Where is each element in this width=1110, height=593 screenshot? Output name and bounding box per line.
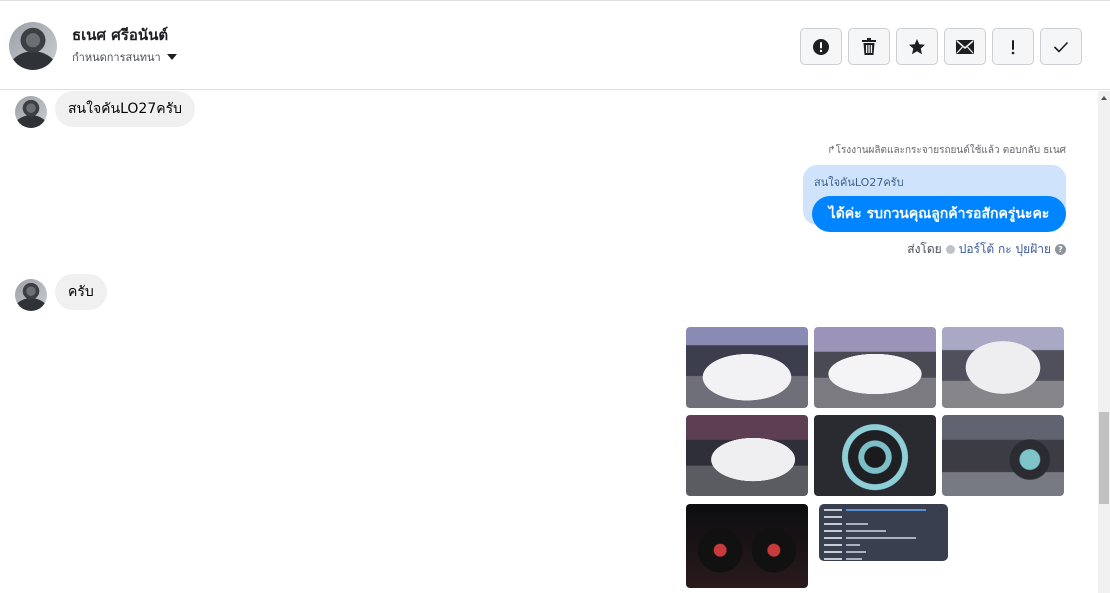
avatar[interactable] (9, 22, 57, 70)
assign-conversation-label: กำหนดการสนทนา (72, 51, 161, 64)
truck-rear-photo[interactable] (942, 327, 1064, 408)
check-icon (1053, 41, 1069, 53)
avatar[interactable] (15, 96, 47, 128)
verified-dot-icon (945, 245, 955, 254)
envelope-icon (956, 39, 974, 54)
truck-side-photo[interactable] (814, 327, 936, 408)
sent-by-agent[interactable]: ปอร์โต้ กะ ปุยฝ้าย (959, 240, 1051, 259)
mark-unread-button[interactable] (944, 28, 986, 65)
exclamation-icon (1011, 39, 1015, 54)
alert-circle-icon (813, 38, 829, 55)
mark-spam-button[interactable] (800, 28, 842, 65)
gauges-photo[interactable] (686, 504, 808, 588)
conversation-header: ธเนศ ศรีอนันต์ กำหนดการสนทนา (0, 0, 1110, 90)
outgoing-message[interactable]: ได้ค่ะ รบกวนคุณลูกค้ารอสักครู่นะคะ (812, 196, 1066, 232)
help-icon[interactable]: ? (1055, 244, 1066, 255)
avatar[interactable] (15, 279, 47, 311)
trash-icon (862, 37, 876, 55)
truck-front-photo[interactable] (686, 327, 808, 408)
delete-button[interactable] (848, 28, 890, 65)
sent-by-prefix: ส่งโดย (907, 242, 942, 256)
vehicle-info-card[interactable] (819, 504, 948, 561)
quoted-message-text: สนใจคันLO27ครับ (814, 176, 904, 189)
assign-conversation-dropdown[interactable]: กำหนดการสนทนา (72, 48, 177, 66)
scrollbar-thumb[interactable] (1099, 412, 1109, 504)
sent-by-info: ส่งโดย ปอร์โต้ กะ ปุยฝ้าย ? (907, 240, 1066, 259)
contact-name[interactable]: ธเนศ ศรีอนันต์ (72, 23, 168, 47)
scrollbar[interactable] (1098, 91, 1110, 593)
star-button[interactable] (896, 28, 938, 65)
reply-context: ↱โรงงานผลิตและกระจายรถยนต์ใช้แล้ว ตอบกลั… (827, 145, 1066, 156)
steering-wheel-photo[interactable] (814, 415, 936, 496)
follow-up-button[interactable] (992, 28, 1034, 65)
scroll-up-arrow-icon[interactable] (1101, 96, 1107, 100)
incoming-message[interactable]: ครับ (55, 274, 107, 310)
toolbar-actions (800, 28, 1082, 65)
star-icon (909, 38, 925, 54)
cabin-photo[interactable] (942, 415, 1064, 496)
incoming-message[interactable]: สนใจคันLO27ครับ (55, 91, 195, 127)
mark-done-button[interactable] (1040, 28, 1082, 65)
truck-angle-photo[interactable] (686, 415, 808, 496)
caret-down-icon (166, 54, 177, 60)
